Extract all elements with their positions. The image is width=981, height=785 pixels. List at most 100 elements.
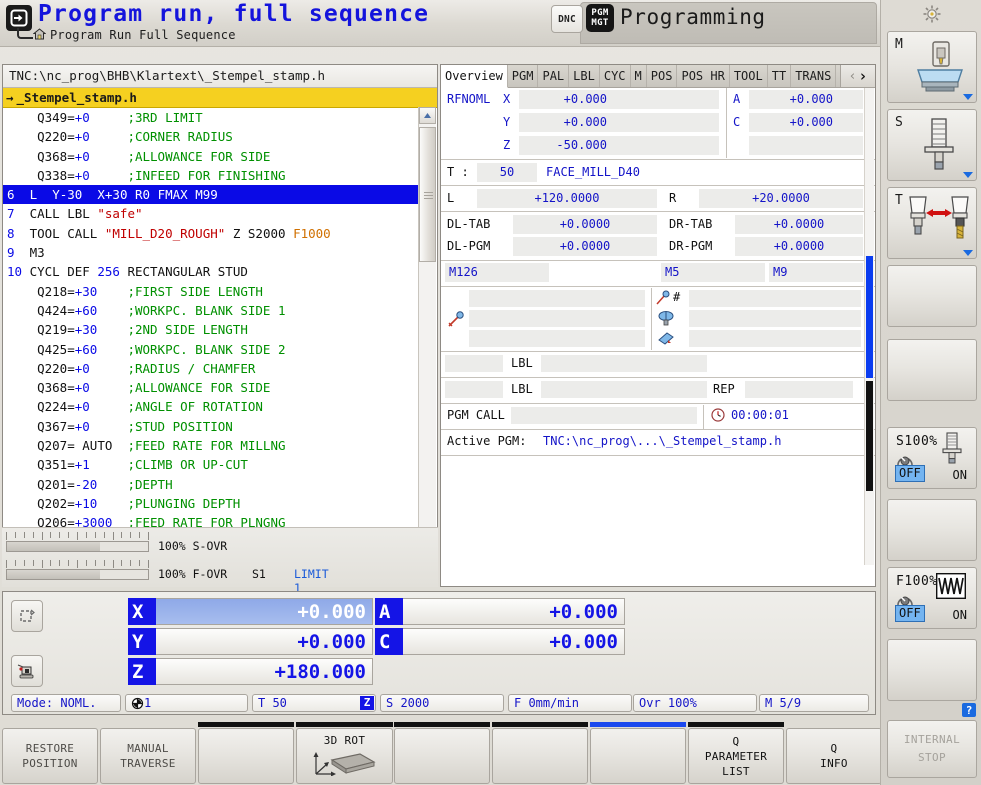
soft-key-blank-4[interactable]: [394, 728, 490, 784]
code-line[interactable]: Q220=+0 ;CORNER RADIUS: [3, 127, 419, 146]
spindle-override-percent: S100%: [896, 434, 938, 449]
scroll-up-button[interactable]: [419, 107, 436, 124]
status-field-mode[interactable]: Mode: NOML.: [11, 694, 121, 712]
code-line[interactable]: Q201=-20 ;DEPTH: [3, 475, 419, 494]
tool-key-expand-icon[interactable]: [963, 250, 973, 256]
rotate-icon[interactable]: [11, 600, 43, 632]
spindle-override-on-label[interactable]: ON: [953, 468, 967, 482]
code-line[interactable]: 6 L Y-30 X+30 R0 FMAX M99: [3, 185, 419, 205]
gear-icon[interactable]: [922, 4, 942, 24]
soft-key-blank-5[interactable]: [492, 728, 588, 784]
soft-key-label: INFO: [820, 757, 848, 770]
tab-pgm[interactable]: PGM: [508, 65, 539, 87]
code-line[interactable]: 7 CALL LBL "safe": [3, 204, 419, 223]
code-line[interactable]: Q202=+10 ;PLUNGING DEPTH: [3, 494, 419, 513]
pos-axis-value-z[interactable]: +180.000: [156, 658, 373, 685]
tool-key-letter: T: [895, 193, 903, 208]
code-line[interactable]: Q424=+60 ;WORKPC. BLANK SIDE 1: [3, 301, 419, 320]
status-pane-indicator-strip[interactable]: [864, 88, 874, 565]
indicator-dark-segment: [866, 381, 873, 491]
spindle-override-track[interactable]: [6, 541, 149, 552]
status-field-feed-rate[interactable]: F 0mm/min: [508, 694, 632, 712]
code-line[interactable]: Q368=+0 ;ALLOWANCE FOR SIDE: [3, 378, 419, 397]
code-line[interactable]: Q349=+0 ;3RD LIMIT: [3, 108, 419, 127]
tab-lbl[interactable]: LBL: [569, 65, 600, 87]
spindle-override-key[interactable]: S100% OFF ON: [887, 427, 977, 489]
feed-override-on-label[interactable]: ON: [953, 608, 967, 622]
status-field-datum[interactable]: 1: [125, 694, 248, 712]
active-file-arrow-icon: →: [6, 90, 14, 105]
active-file-bar[interactable]: → _Stempel_stamp.h: [3, 88, 437, 108]
soft-key-q-info[interactable]: Q INFO: [786, 728, 882, 784]
tab-nav-buttons[interactable]: ‹ ›: [840, 65, 875, 87]
tab-cyc[interactable]: CYC: [600, 65, 631, 87]
status-field-spindle-speed[interactable]: S 2000: [380, 694, 504, 712]
transform-field-2: [469, 310, 645, 327]
machine-key[interactable]: M: [887, 31, 977, 103]
code-line[interactable]: Q351=+1 ;CLIMB OR UP-CUT: [3, 455, 419, 474]
home-icon: [32, 28, 47, 40]
dnc-button[interactable]: DNC: [551, 5, 583, 33]
spindle-override-off-button[interactable]: OFF: [895, 465, 925, 482]
help-icon[interactable]: ?: [962, 703, 976, 717]
soft-key-row[interactable]: RESTORE POSITION MANUAL TRAVERSE 3D ROT Q PARA…: [0, 722, 980, 784]
soft-key-q-parameter-list[interactable]: Q PARAMETER LIST: [688, 728, 784, 784]
status-field-m-functions[interactable]: M 5/9: [759, 694, 869, 712]
position-display-bar: X +0.000 Y +0.000 Z +180.000 A +0.000 C …: [2, 591, 876, 715]
blank-key-1[interactable]: [887, 265, 977, 327]
code-line[interactable]: Q368=+0 ;ALLOWANCE FOR SIDE: [3, 147, 419, 166]
soft-key-blank-6[interactable]: [590, 728, 686, 784]
code-line[interactable]: 10 CYCL DEF 256 RECTANGULAR STUD: [3, 262, 419, 281]
pgm-mgt-icon[interactable]: PGM MGT: [586, 4, 614, 32]
code-line[interactable]: Q367=+0 ;STUD POSITION: [3, 417, 419, 436]
blank-key-4[interactable]: [887, 639, 977, 701]
program-code-list[interactable]: Q349=+0 ;3RD LIMIT Q220=+0 ;CORNER RADIU…: [3, 108, 419, 547]
code-line[interactable]: Q220=+0 ;RADIUS / CHAMFER: [3, 359, 419, 378]
scrollbar-thumb[interactable]: [419, 127, 436, 262]
dr-pgm-label: DR-PGM: [669, 239, 713, 253]
machine-key-expand-icon[interactable]: [963, 94, 973, 100]
soft-key-blank-2[interactable]: [198, 728, 294, 784]
tab-trans[interactable]: TRANS: [791, 65, 837, 87]
touch-probe-icon[interactable]: [11, 655, 43, 687]
feed-override-track[interactable]: [6, 569, 149, 580]
pos-axis-value-c[interactable]: +0.000: [403, 628, 625, 655]
blank-key-2[interactable]: [887, 339, 977, 401]
code-line[interactable]: Q338=+0 ;INFEED FOR FINISHING: [3, 166, 419, 185]
feed-override-off-button[interactable]: OFF: [895, 605, 925, 622]
status-field-override[interactable]: Ovr 100%: [633, 694, 757, 712]
tab-tool[interactable]: TOOL: [730, 65, 768, 87]
code-line[interactable]: 9 M3: [3, 243, 419, 262]
tab-m[interactable]: M: [631, 65, 647, 87]
tab-pos-hr[interactable]: POS HR: [677, 65, 730, 87]
pos-axis-value-y[interactable]: +0.000: [156, 628, 373, 655]
code-line[interactable]: Q224=+0 ;ANGLE OF ROTATION: [3, 397, 419, 416]
pos-axis-value-x[interactable]: +0.000: [156, 598, 373, 625]
tab-pal[interactable]: PAL: [538, 65, 570, 87]
pos-axis-value-a[interactable]: +0.000: [403, 598, 625, 625]
vertical-soft-key-rail: M S T S100% OFF ON F100% OFF ON ? INTERN…: [880, 0, 981, 785]
tab-tt[interactable]: TT: [768, 65, 792, 87]
code-line[interactable]: 8 TOOL CALL "MILL_D20_ROUGH" Z S2000 F10…: [3, 224, 419, 243]
blank-key-3[interactable]: [887, 499, 977, 561]
program-scrollbar[interactable]: [418, 107, 436, 546]
spindle-key-expand-icon[interactable]: [963, 172, 973, 178]
feed-override-fill: [7, 570, 101, 579]
soft-key-3d-rot[interactable]: 3D ROT: [296, 728, 393, 784]
spindle-key[interactable]: S: [887, 109, 977, 181]
tab-next-icon[interactable]: ›: [858, 67, 867, 85]
code-line[interactable]: Q425=+60 ;WORKPC. BLANK SIDE 2: [3, 340, 419, 359]
spindle-tool-icon: [918, 117, 960, 178]
pgm-call-row: PGM CALL 00:00:01: [441, 405, 865, 429]
tab-overview[interactable]: Overview: [441, 65, 508, 88]
tab-pos[interactable]: POS: [647, 65, 678, 87]
feed-override-key[interactable]: F100% OFF ON: [887, 567, 977, 629]
tool-key[interactable]: T: [887, 187, 977, 259]
tab-prev-icon[interactable]: ‹: [849, 69, 857, 84]
code-line[interactable]: Q218=+30 ;FIRST SIDE LENGTH: [3, 282, 419, 301]
status-field-tool[interactable]: T 50 Z: [252, 694, 376, 712]
code-line[interactable]: Q219=+30 ;2ND SIDE LENGTH: [3, 320, 419, 339]
status-tab-bar[interactable]: Overview PGM PAL LBL CYC M POS POS HR TOOL TT TRAN…: [441, 65, 875, 88]
lbl-1-label: LBL: [511, 356, 533, 370]
code-line[interactable]: Q207= AUTO ;FEED RATE FOR MILLNG: [3, 436, 419, 455]
